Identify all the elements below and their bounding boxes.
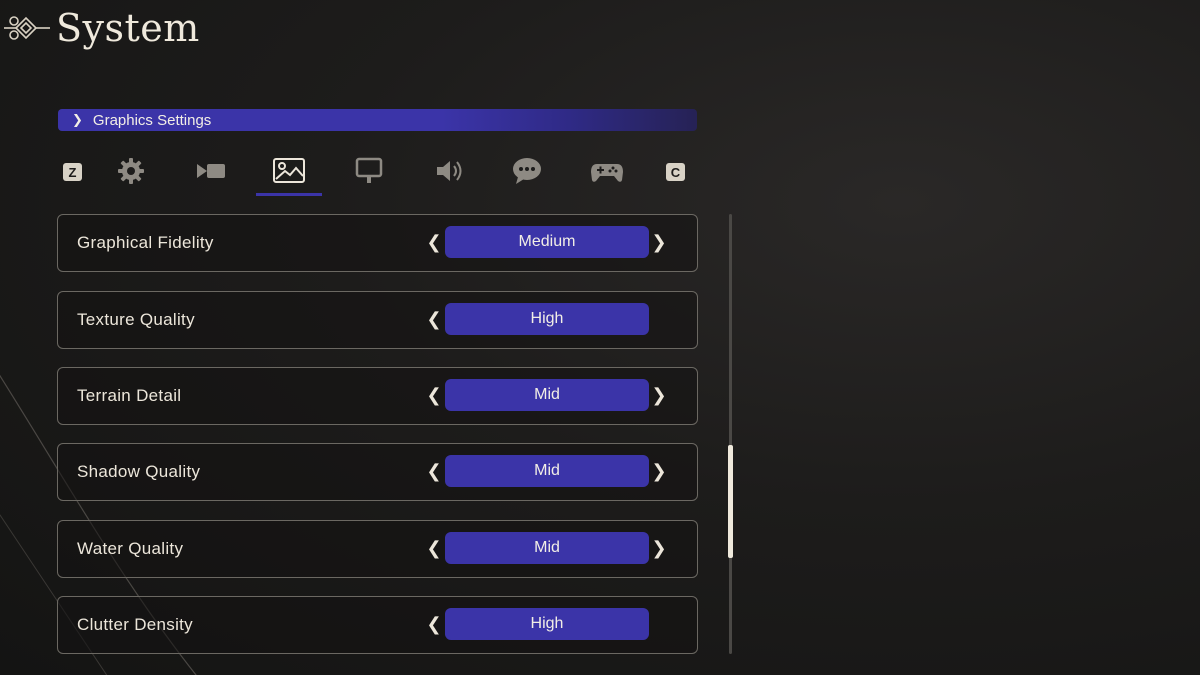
setting-row-texture-quality[interactable]: Texture Quality ❮ High bbox=[57, 291, 698, 349]
image-icon bbox=[273, 158, 305, 183]
page-header: System bbox=[2, 6, 200, 50]
tab-general[interactable] bbox=[98, 146, 164, 196]
monitor-icon bbox=[355, 157, 383, 183]
setting-value[interactable]: Medium bbox=[445, 226, 649, 258]
setting-value[interactable]: Mid bbox=[445, 532, 649, 564]
setting-label: Terrain Detail bbox=[77, 386, 182, 405]
tab-display[interactable] bbox=[336, 146, 402, 196]
tab-graphics[interactable] bbox=[256, 146, 322, 196]
setting-row-water-quality[interactable]: Water Quality ❮ Mid ❯ bbox=[57, 520, 698, 578]
chevron-right-icon[interactable]: ❯ bbox=[651, 457, 667, 485]
setting-value[interactable]: Mid bbox=[445, 379, 649, 411]
setting-label: Water Quality bbox=[77, 539, 184, 558]
tab-audio[interactable] bbox=[416, 146, 482, 196]
tab-communication[interactable] bbox=[494, 146, 560, 196]
setting-row-terrain-detail[interactable]: Terrain Detail ❮ Mid ❯ bbox=[57, 367, 698, 425]
setting-value[interactable]: High bbox=[445, 608, 649, 640]
video-camera-icon bbox=[197, 164, 225, 178]
chevron-right-icon: ❯ bbox=[72, 112, 83, 128]
gear-icon bbox=[118, 158, 144, 184]
chevron-right-icon[interactable]: ❯ bbox=[651, 381, 667, 409]
chevron-left-icon[interactable]: ❮ bbox=[426, 610, 442, 638]
prev-tab-key[interactable]: Z bbox=[63, 163, 82, 181]
section-header: ❯ Graphics Settings bbox=[58, 109, 697, 131]
setting-row-clutter-density[interactable]: Clutter Density ❮ High bbox=[57, 596, 698, 654]
chevron-right-icon[interactable]: ❯ bbox=[651, 228, 667, 256]
category-tabs: Z C bbox=[58, 146, 698, 198]
chat-bubble-icon bbox=[513, 158, 541, 184]
next-tab-key[interactable]: C bbox=[666, 163, 685, 181]
gamepad-icon bbox=[591, 164, 623, 182]
setting-label: Graphical Fidelity bbox=[77, 233, 214, 252]
tab-video[interactable] bbox=[178, 146, 244, 196]
ornament-icon bbox=[4, 16, 50, 40]
setting-row-graphical-fidelity[interactable]: Graphical Fidelity ❮ Medium ❯ bbox=[57, 214, 698, 272]
setting-label: Clutter Density bbox=[77, 615, 193, 634]
scrollbar-track[interactable] bbox=[729, 214, 732, 654]
tab-controls[interactable] bbox=[574, 146, 640, 196]
section-title: Graphics Settings bbox=[92, 111, 212, 129]
chevron-left-icon[interactable]: ❮ bbox=[426, 228, 442, 256]
speaker-icon bbox=[437, 161, 462, 181]
scrollbar-thumb[interactable] bbox=[728, 445, 733, 558]
chevron-left-icon[interactable]: ❮ bbox=[426, 305, 442, 333]
chevron-right-icon[interactable]: ❯ bbox=[651, 534, 667, 562]
chevron-left-icon[interactable]: ❮ bbox=[426, 457, 442, 485]
setting-value[interactable]: High bbox=[445, 303, 649, 335]
setting-label: Shadow Quality bbox=[77, 462, 201, 481]
setting-value[interactable]: Mid bbox=[445, 455, 649, 487]
setting-row-shadow-quality[interactable]: Shadow Quality ❮ Mid ❯ bbox=[57, 443, 698, 501]
setting-label: Texture Quality bbox=[77, 310, 195, 329]
chevron-left-icon[interactable]: ❮ bbox=[426, 381, 442, 409]
chevron-left-icon[interactable]: ❮ bbox=[426, 534, 442, 562]
page-title: System bbox=[56, 6, 200, 50]
